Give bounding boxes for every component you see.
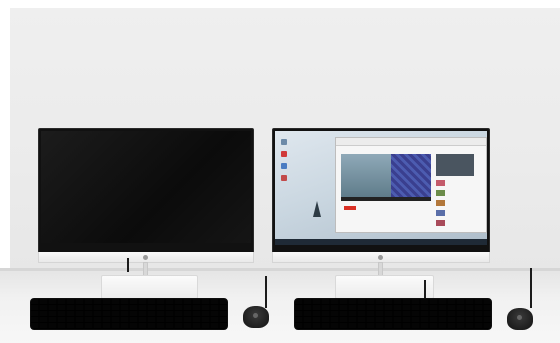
browser-window (335, 137, 487, 233)
app-icon (281, 139, 287, 145)
right-monitor-stand-base (335, 275, 434, 299)
right-keyboard (294, 298, 492, 330)
thumbnail (436, 210, 445, 216)
left-monitor (38, 128, 254, 254)
app-icon (281, 151, 287, 157)
cable (530, 268, 532, 308)
video-frame-left (341, 154, 391, 197)
mouse-logo (253, 313, 258, 318)
mouse-cable (265, 276, 267, 308)
app-icon (281, 175, 287, 181)
cable (127, 258, 129, 272)
thumbnail (436, 154, 474, 176)
right-monitor-logo (378, 255, 383, 260)
left-monitor-logo (143, 255, 148, 260)
taskbar (275, 239, 487, 245)
thumbnail (436, 200, 445, 206)
thumbnail (436, 220, 445, 226)
cable (424, 280, 426, 298)
thumbnail (436, 180, 445, 186)
subscribe-badge (344, 206, 356, 210)
thumbnail (436, 190, 445, 196)
right-monitor-screen (275, 131, 487, 245)
video-controls (341, 197, 431, 201)
left-keyboard (30, 298, 228, 330)
video-player (341, 154, 431, 197)
left-monitor-screen (41, 131, 251, 243)
desk-photo (0, 0, 560, 343)
mouse-logo (517, 315, 522, 320)
right-mouse (507, 308, 533, 330)
wallpaper-tree (313, 201, 321, 217)
app-icon (281, 163, 287, 169)
browser-titlebar (336, 138, 486, 146)
video-frame-right (391, 154, 431, 197)
right-monitor (272, 128, 490, 254)
left-mouse (243, 306, 269, 328)
desk-edge (0, 268, 560, 271)
left-monitor-stand-base (101, 275, 198, 299)
